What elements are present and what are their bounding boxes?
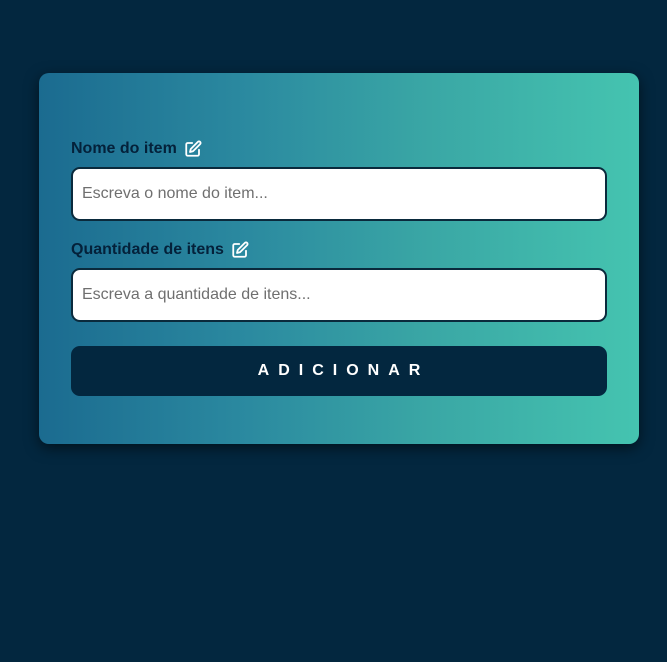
item-name-label-text: Nome do item bbox=[71, 140, 177, 157]
item-quantity-label: Quantidade de itens bbox=[71, 240, 249, 260]
add-item-form-card: Nome do item Quantidade de itens ADICION… bbox=[39, 73, 639, 444]
edit-icon bbox=[231, 241, 249, 259]
item-quantity-label-text: Quantidade de itens bbox=[71, 241, 224, 258]
edit-icon bbox=[184, 140, 202, 158]
item-name-label: Nome do item bbox=[71, 139, 202, 159]
item-name-input[interactable] bbox=[71, 167, 607, 221]
item-quantity-input[interactable] bbox=[71, 268, 607, 322]
add-button[interactable]: ADICIONAR bbox=[71, 346, 607, 396]
